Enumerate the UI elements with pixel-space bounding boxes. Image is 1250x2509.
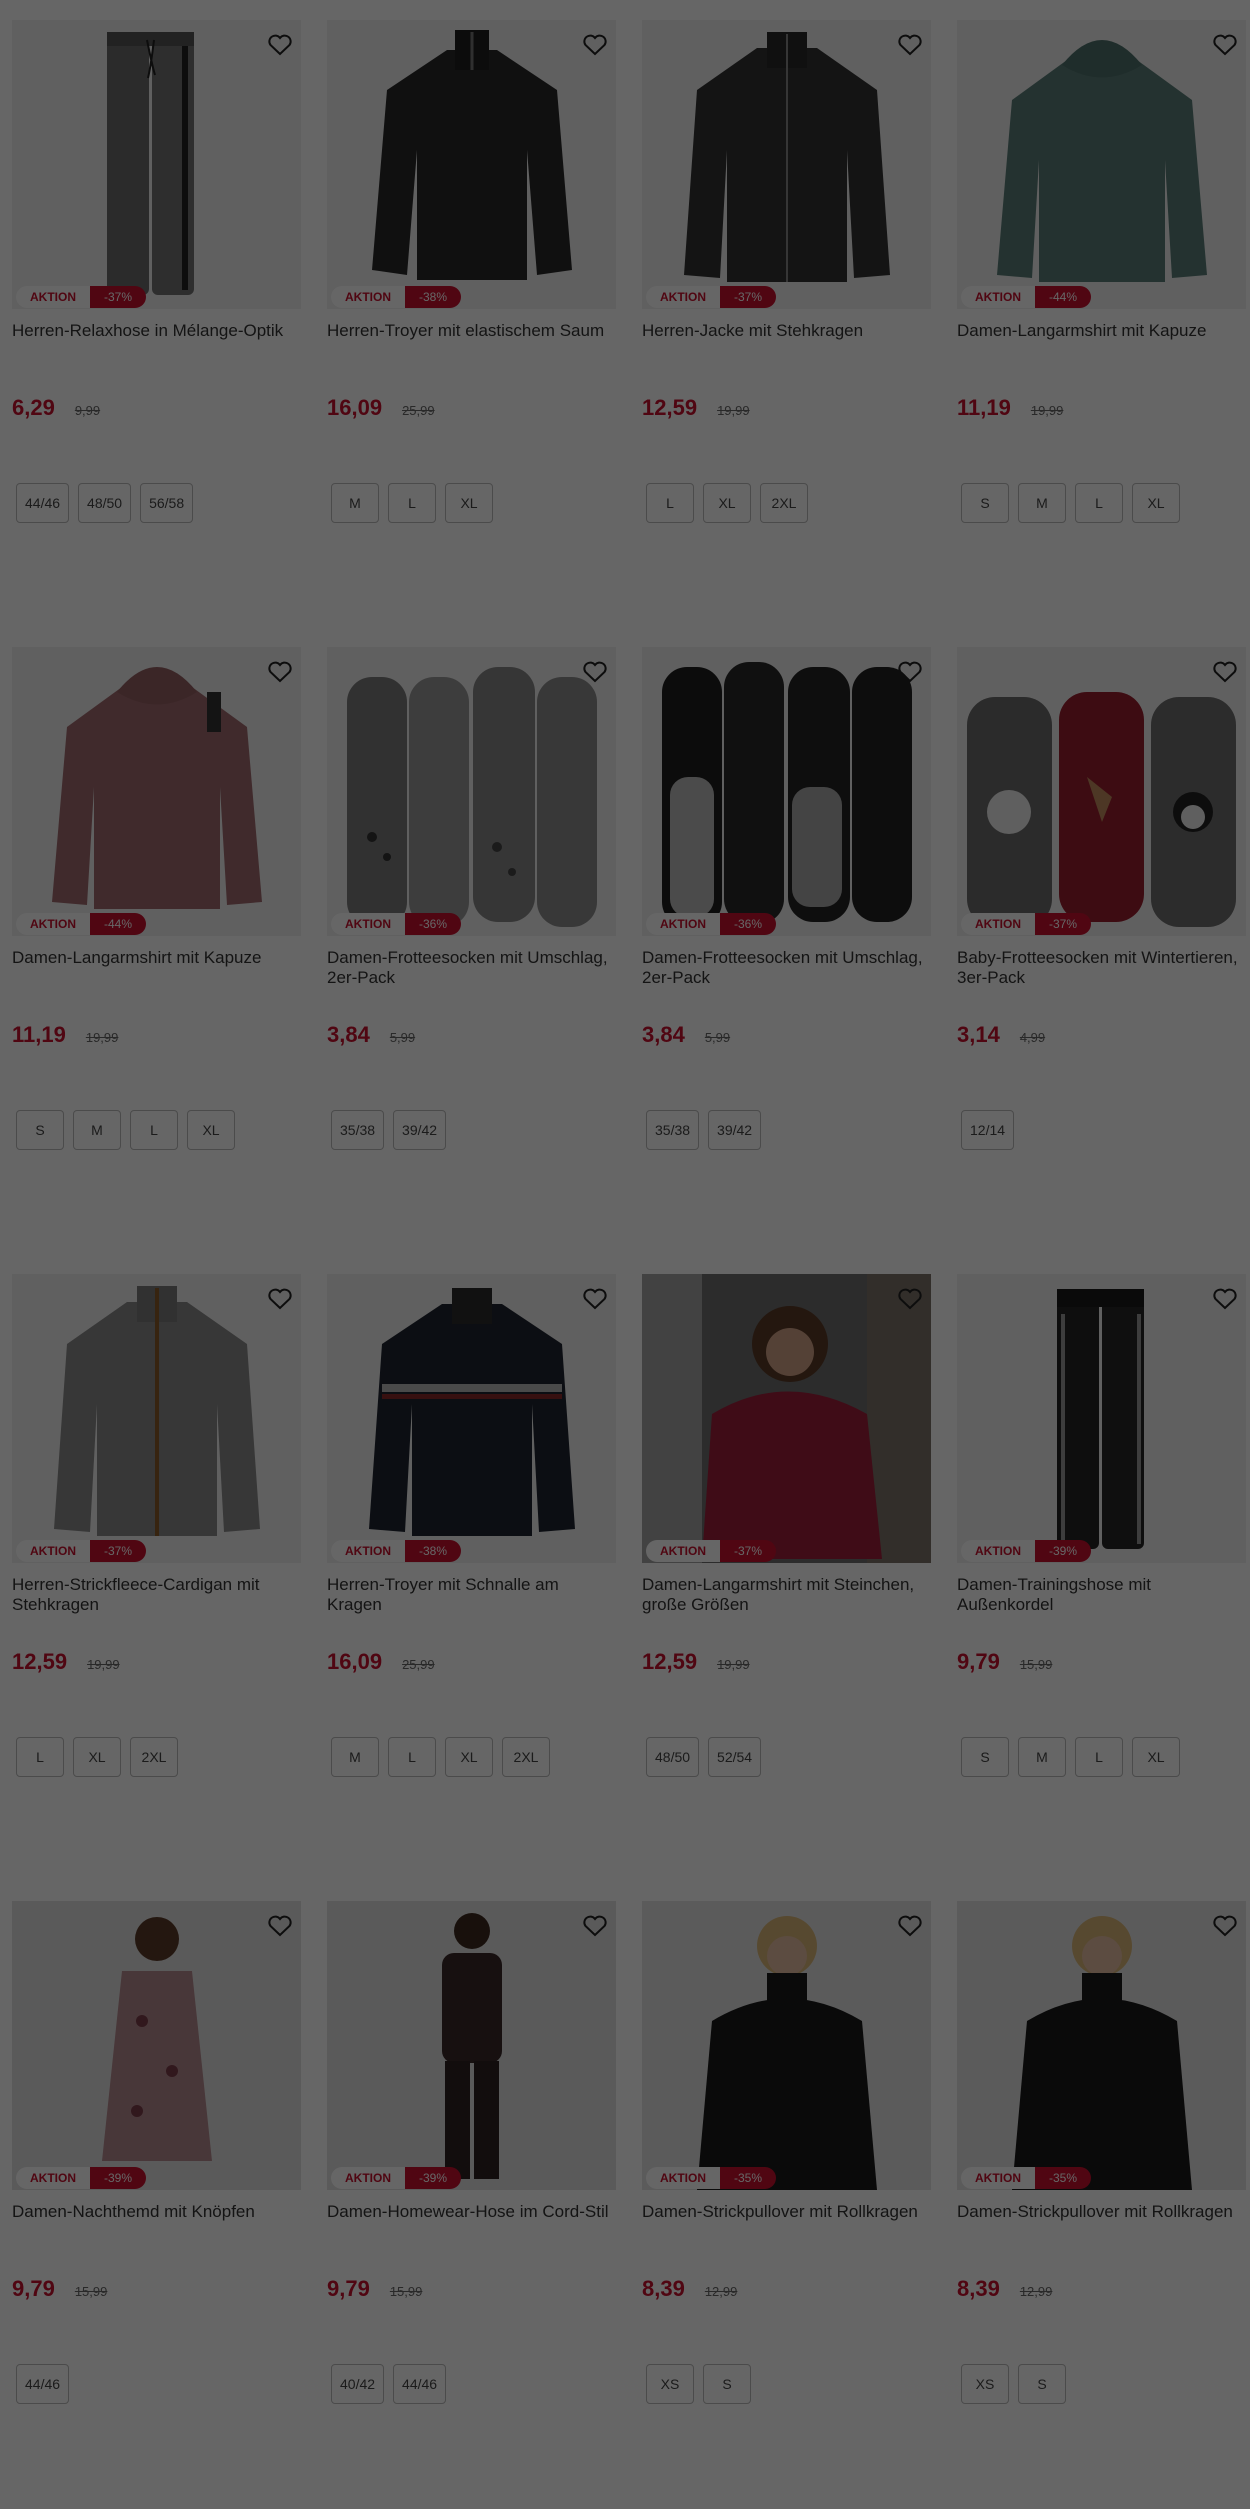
modal-backdrop-overlay[interactable] — [0, 0, 1250, 2509]
